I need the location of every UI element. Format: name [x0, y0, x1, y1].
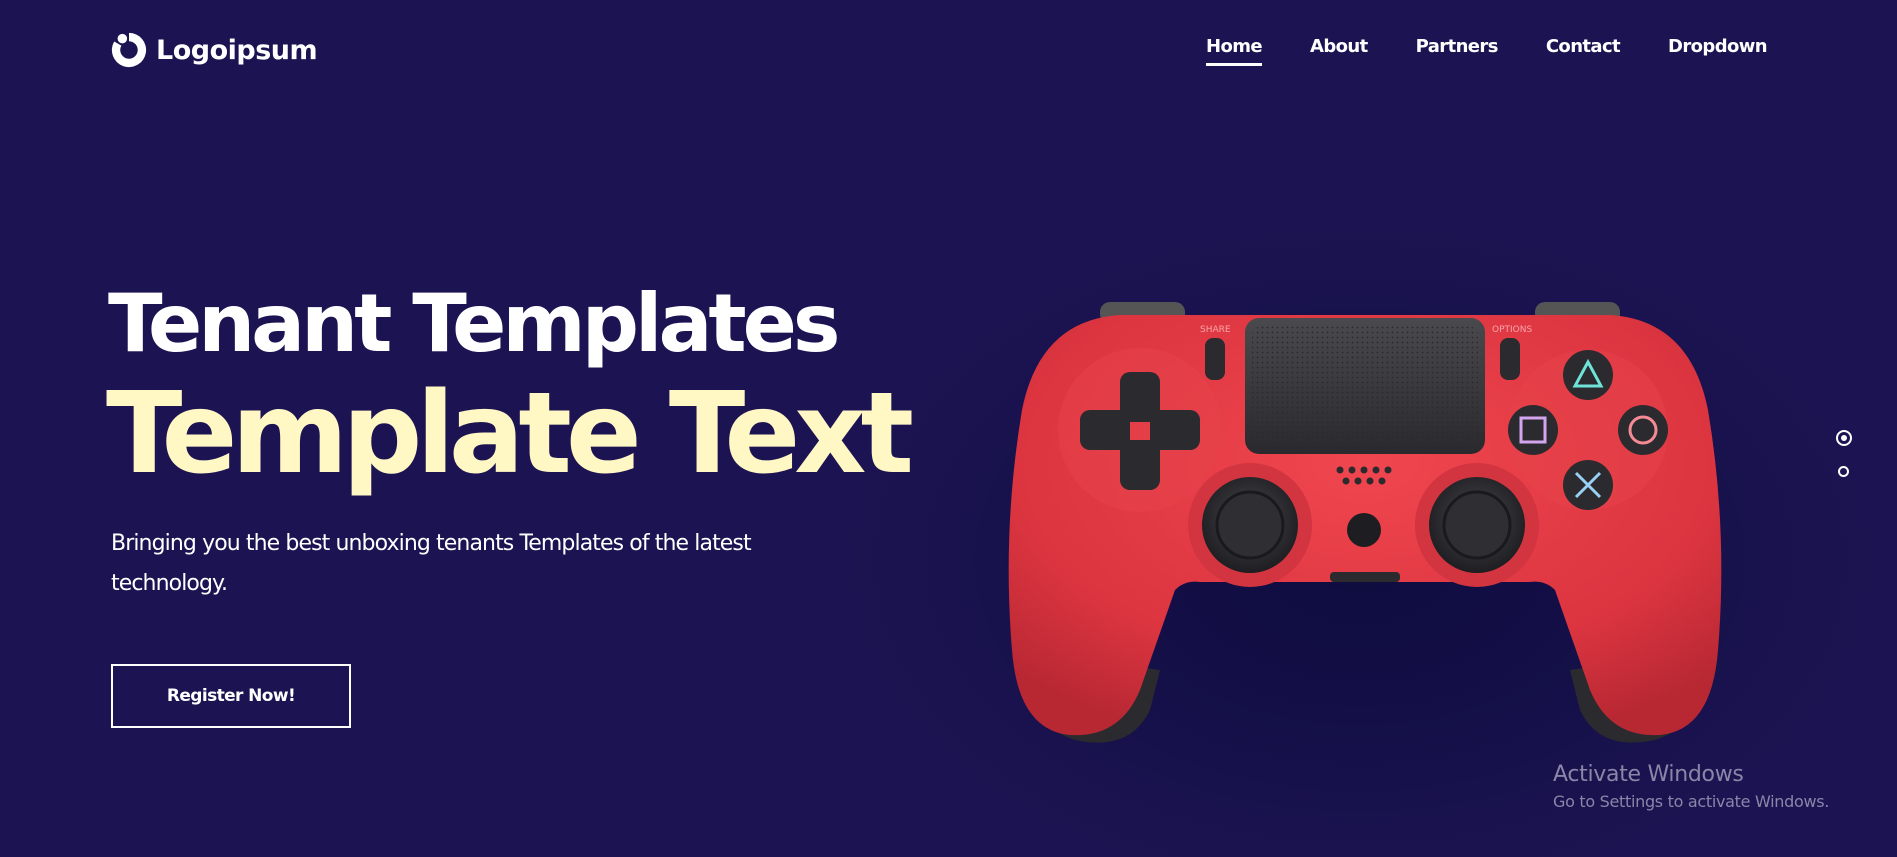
- logo-mark-icon: [111, 32, 147, 68]
- nav-about[interactable]: About: [1310, 36, 1368, 66]
- logo[interactable]: Logoipsum: [110, 30, 318, 70]
- register-button[interactable]: Register Now!: [111, 664, 351, 728]
- watermark-subtitle: Go to Settings to activate Windows.: [1553, 792, 1830, 811]
- slider-dot[interactable]: [1838, 466, 1849, 477]
- nav-dropdown[interactable]: Dropdown: [1668, 36, 1768, 66]
- hero-description: Bringing you the best unboxing tenants T…: [111, 531, 752, 596]
- hero-title: Tenant Templates: [108, 277, 841, 370]
- site-header: Logoipsum Home About Partners Contact Dr…: [0, 0, 1897, 100]
- nav-partners[interactable]: Partners: [1416, 36, 1499, 66]
- logo-text: Logoipsum: [156, 34, 318, 66]
- slider-dot-active[interactable]: [1836, 430, 1852, 446]
- watermark-title: Activate Windows: [1553, 762, 1744, 787]
- nav-home[interactable]: Home: [1206, 36, 1263, 66]
- hero-subtitle: Template Text: [106, 369, 914, 499]
- share-label: SHARE: [1200, 325, 1231, 335]
- main-nav: Home About Partners Contact Dropdown: [1206, 36, 1768, 66]
- options-label: OPTIONS: [1492, 325, 1532, 335]
- nav-contact[interactable]: Contact: [1546, 36, 1621, 66]
- game-controller-image: SHARE OPTIONS: [1008, 302, 1722, 743]
- page: Logoipsum Home About Partners Contact Dr…: [0, 0, 1897, 857]
- windows-activation-watermark: Activate Windows Go to Settings to activ…: [1553, 760, 1829, 814]
- slider-dots: [1834, 430, 1854, 480]
